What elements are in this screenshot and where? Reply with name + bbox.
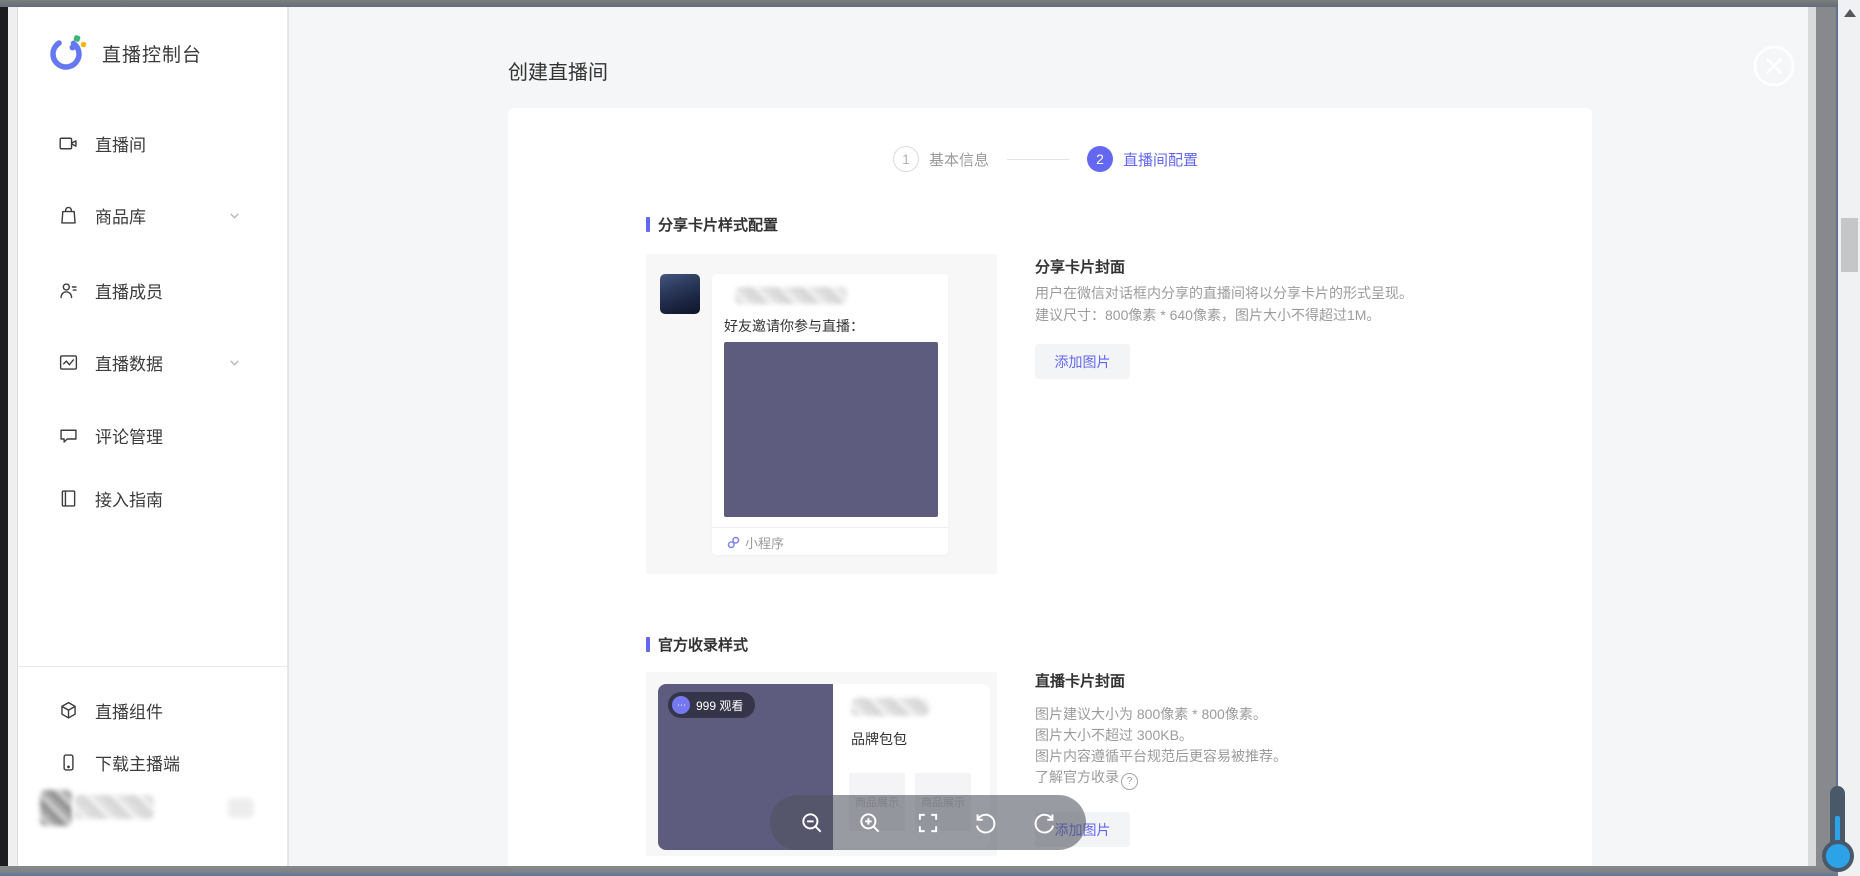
rotate-right-button[interactable] (1030, 809, 1058, 837)
sidebar-item-label: 直播成员 (95, 278, 163, 303)
book-icon (58, 488, 79, 509)
avatar (40, 790, 72, 826)
modal-title: 创建直播间 (508, 56, 608, 85)
close-button[interactable] (1752, 44, 1796, 88)
share-cover-line-2: 建议尺寸：800像素 * 640像素，图片大小不得超过1M。 (1035, 305, 1380, 326)
stepper-connector (1007, 159, 1069, 160)
scrollbar-up-arrow-icon[interactable] (1844, 9, 1856, 17)
app-logo-icon (46, 32, 88, 74)
chevron-down-icon (228, 356, 241, 369)
live-cover-line-2: 图片大小不超过 300KB。 (1035, 725, 1193, 746)
share-cover-placeholder (724, 342, 938, 517)
section-share-card-heading: 分享卡片样式配置 (646, 214, 778, 235)
account-badge-blurred (228, 798, 254, 818)
listing-title: 品牌包包 (851, 729, 907, 749)
sidebar-item-label: 商品库 (95, 203, 146, 228)
live-cover-line-4: 了解官方收录? (1035, 767, 1138, 790)
sidebar-item-live-data[interactable]: 直播数据 (18, 342, 287, 382)
sidebar-item-live-room[interactable]: 直播间 (18, 123, 287, 163)
vertical-scrollbar[interactable] (1838, 0, 1860, 876)
live-cover-line-3: 图片内容遵循平台规范后更容易被推荐。 (1035, 746, 1287, 767)
window-top-edge (0, 0, 1860, 7)
app-window: 直播控制台 直播间 商品库 直播成员 直播数据 (0, 0, 1860, 876)
pointer-cursor-tip (1822, 840, 1854, 872)
rotate-right-icon (1031, 810, 1057, 836)
sidebar-item-label: 下载主播端 (95, 750, 180, 775)
section-title: 分享卡片样式配置 (658, 214, 778, 235)
sidebar-item-label: 直播数据 (95, 350, 163, 375)
live-cover-line-1: 图片建议大小为 800像素 * 800像素。 (1035, 704, 1267, 725)
window-left-inner-strip (8, 7, 18, 866)
section-accent-bar (646, 637, 650, 652)
chat-card-divider (712, 527, 948, 528)
share-cover-line-1: 用户在微信对话框内分享的直播间将以分享卡片的形式呈现。 (1035, 283, 1413, 304)
sidebar-item-label: 接入指南 (95, 486, 163, 511)
sidebar-item-live-components[interactable]: 直播组件 (18, 690, 287, 730)
viewers-badge: ⋯ 999 观看 (668, 692, 755, 718)
window-right-edge (1816, 7, 1836, 866)
mini-program-row: 小程序 (727, 533, 784, 552)
sidebar-item-label: 评论管理 (95, 423, 163, 448)
scrollbar-thumb[interactable] (1841, 218, 1858, 272)
question-circle-icon[interactable]: ? (1121, 773, 1138, 790)
sidebar-item-live-members[interactable]: 直播成员 (18, 270, 287, 310)
image-viewer-toolbar (770, 795, 1086, 850)
window-bottom-edge (0, 866, 1860, 876)
sidebar-item-product-library[interactable]: 商品库 (18, 195, 287, 235)
app-logo-row: 直播控制台 (46, 30, 276, 76)
cube-icon (58, 700, 79, 721)
zoom-out-button[interactable] (798, 809, 826, 837)
add-image-button-share[interactable]: 添加图片 (1035, 344, 1130, 379)
sidebar-item-download-anchor-app[interactable]: 下载主播端 (18, 742, 287, 782)
listing-name-blurred (851, 698, 929, 716)
close-icon (1752, 44, 1796, 88)
fullscreen-button[interactable] (914, 809, 942, 837)
rotate-left-icon (973, 810, 999, 836)
step-1-circle: 1 (893, 146, 919, 172)
section-title: 官方收录样式 (658, 634, 748, 655)
sidebar-item-label: 直播间 (95, 131, 146, 156)
step-2-circle: 2 (1087, 146, 1113, 172)
sender-name-blurred (735, 287, 847, 304)
invite-text: 好友邀请你参与直播： (724, 316, 864, 336)
learn-official-listing-text: 了解官方收录 (1035, 769, 1119, 785)
chat-avatar-image (660, 274, 700, 314)
mini-program-label: 小程序 (745, 533, 784, 552)
chart-icon (58, 352, 79, 373)
comment-icon (58, 425, 79, 446)
sidebar-divider (18, 666, 287, 667)
viewers-count: 999 观看 (696, 697, 743, 714)
zoom-in-button[interactable] (856, 809, 884, 837)
fullscreen-icon (915, 810, 941, 836)
link-icon (727, 536, 740, 549)
sidebar-item-integration-guide[interactable]: 接入指南 (18, 478, 287, 518)
share-cover-title: 分享卡片封面 (1035, 256, 1125, 277)
step-1-label: 基本信息 (929, 149, 989, 170)
window-left-edge (0, 7, 8, 876)
section-accent-bar (646, 217, 650, 232)
zoom-out-icon (799, 810, 825, 836)
step-2-label: 直播间配置 (1123, 149, 1198, 170)
app-title: 直播控制台 (102, 40, 202, 67)
live-dots-icon: ⋯ (672, 696, 690, 714)
phone-icon (58, 752, 79, 773)
sidebar-item-label: 直播组件 (95, 698, 163, 723)
video-camera-icon (58, 133, 79, 154)
shopping-bag-icon (58, 205, 79, 226)
section-official-listing-heading: 官方收录样式 (646, 634, 748, 655)
rotate-left-button[interactable] (972, 809, 1000, 837)
account-row[interactable] (40, 790, 270, 830)
account-name-blurred (74, 795, 154, 819)
zoom-in-icon (857, 810, 883, 836)
live-cover-title: 直播卡片封面 (1035, 670, 1125, 691)
stepper: 1 基本信息 2 直播间配置 (893, 146, 1198, 172)
chevron-down-icon (228, 209, 241, 222)
sidebar-item-comment-management[interactable]: 评论管理 (18, 415, 287, 455)
window-right-inner-strip (1808, 7, 1816, 866)
member-icon (58, 280, 79, 301)
